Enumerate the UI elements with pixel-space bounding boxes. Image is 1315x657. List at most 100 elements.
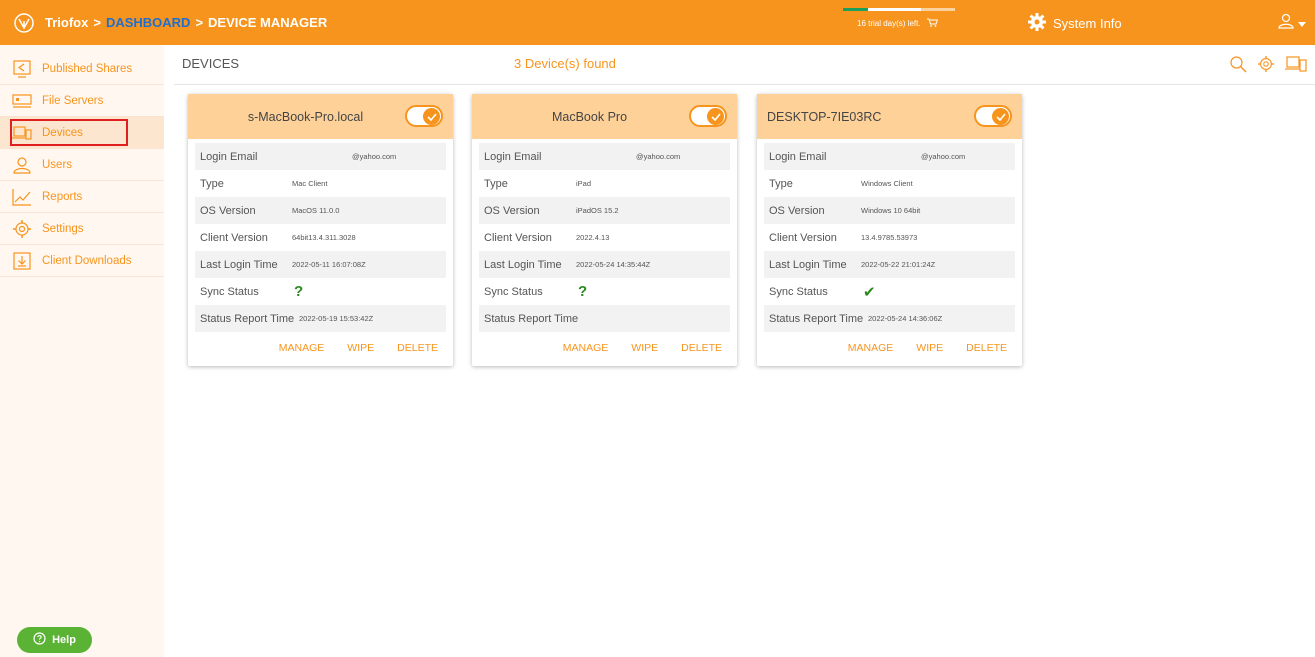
header-divider [174, 84, 1315, 85]
search-icon[interactable] [1229, 55, 1247, 78]
sidebar-item-published-shares[interactable]: Published Shares [0, 45, 164, 85]
sidebar-item-client-downloads[interactable]: Client Downloads [0, 245, 164, 277]
detail-label: Login Email [200, 150, 258, 163]
trial-days-label[interactable]: 16 trial day(s) left. [857, 18, 938, 29]
breadcrumb: Triofox > DASHBOARD > DEVICE MANAGER [45, 15, 327, 30]
device-name: DESKTOP-7IE03RC [767, 109, 882, 124]
detail-value: 13.4.9785.53973 [861, 233, 918, 242]
device-details: Login Email @yahoo.com Type iPad OS Versio… [472, 139, 737, 332]
breadcrumb-separator: > [195, 15, 204, 30]
detail-row-login-email: Login Email @yahoo.com [195, 143, 446, 170]
device-details: Login Email @yahoo.com Type Mac Client OS … [188, 139, 453, 332]
detail-row-last-login: Last Login Time 2022-05-24 14:35:44Z [479, 251, 730, 278]
devices-view-icon[interactable] [1285, 55, 1307, 78]
detail-label: Last Login Time [484, 258, 562, 271]
detail-row-last-login: Last Login Time 2022-05-22 21:01:24Z [764, 251, 1015, 278]
published-shares-icon [12, 59, 32, 79]
device-card-header: DESKTOP-7IE03RC [757, 94, 1022, 139]
help-label: Help [52, 634, 76, 646]
user-menu-button[interactable] [1277, 12, 1306, 35]
detail-value: 2022-05-24 14:35:44Z [576, 260, 651, 269]
device-enable-toggle[interactable] [689, 105, 727, 127]
detail-value: 2022.4.13 [576, 233, 610, 242]
sidebar-item-label: File Servers [42, 94, 104, 107]
breadcrumb-brand[interactable]: Triofox [45, 15, 88, 30]
device-actions: MANAGE WIPE DELETE [279, 342, 438, 354]
triofox-logo-icon[interactable] [13, 12, 35, 34]
sidebar-item-reports[interactable]: Reports [0, 181, 164, 213]
device-actions: MANAGE WIPE DELETE [563, 342, 722, 354]
detail-label: Login Email [484, 150, 542, 163]
device-actions: MANAGE WIPE DELETE [848, 342, 1007, 354]
trial-status[interactable]: 16 trial day(s) left. [843, 0, 955, 45]
wipe-button[interactable]: WIPE [916, 342, 943, 354]
detail-label: Sync Status [484, 285, 543, 298]
detail-row-type: Type Mac Client [195, 170, 446, 197]
settings-icon[interactable] [1257, 55, 1275, 78]
detail-value: Mac Client [292, 179, 328, 188]
sidebar-item-label: Reports [42, 190, 83, 203]
detail-value: Windows 10 64bit [861, 206, 921, 215]
sync-ok-check-icon: ✔ [863, 283, 876, 301]
device-card-header: s-MacBook-Pro.local [188, 94, 453, 139]
detail-label: OS Version [200, 204, 256, 217]
detail-value: 2022-05-19 15:53:42Z [299, 314, 374, 323]
detail-row-client-version: Client Version 64bit13.4.311.3028 [195, 224, 446, 251]
help-icon [33, 632, 46, 648]
system-info-button[interactable]: System Info [1027, 12, 1122, 35]
detail-label: Last Login Time [769, 258, 847, 271]
detail-value: @yahoo.com [636, 152, 681, 161]
sidebar-item-settings[interactable]: Settings [0, 213, 164, 245]
detail-value: @yahoo.com [352, 152, 397, 161]
settings-icon [12, 219, 32, 239]
user-icon [1277, 12, 1295, 35]
detail-value: Windows Client [861, 179, 913, 188]
sidebar-item-users[interactable]: Users [0, 149, 164, 181]
delete-button[interactable]: DELETE [397, 342, 438, 354]
manage-button[interactable]: MANAGE [848, 342, 894, 354]
device-enable-toggle[interactable] [974, 105, 1012, 127]
cart-icon[interactable] [926, 18, 938, 29]
detail-label: Status Report Time [769, 312, 864, 325]
breadcrumb-dashboard-link[interactable]: DASHBOARD [106, 15, 191, 30]
detail-row-os-version: OS Version MacOS 11.0.0 [195, 197, 446, 224]
device-card: s-MacBook-Pro.local Login Email @yahoo.co… [188, 94, 453, 366]
delete-button[interactable]: DELETE [681, 342, 722, 354]
manage-button[interactable]: MANAGE [563, 342, 609, 354]
delete-button[interactable]: DELETE [966, 342, 1007, 354]
detail-row-sync-status: Sync Status ✔ [764, 278, 1015, 305]
trial-progress-fill [843, 8, 868, 11]
device-count-label: 3 Device(s) found [514, 56, 616, 71]
detail-label: Sync Status [200, 285, 259, 298]
detail-value: iPadOS 15.2 [576, 206, 619, 215]
detail-value: 2022-05-22 21:01:24Z [861, 260, 936, 269]
device-name: s-MacBook-Pro.local [247, 109, 364, 124]
detail-row-client-version: Client Version 13.4.9785.53973 [764, 224, 1015, 251]
wipe-button[interactable]: WIPE [347, 342, 374, 354]
toolbar [1229, 55, 1307, 78]
system-info-label: System Info [1053, 16, 1122, 31]
detail-value: 2022-05-24 14:36:06Z [868, 314, 943, 323]
detail-row-type: Type Windows Client [764, 170, 1015, 197]
detail-row-last-login: Last Login Time 2022-05-11 16:07:08Z [195, 251, 446, 278]
sidebar-item-label: Users [42, 158, 73, 171]
device-enable-toggle[interactable] [405, 105, 443, 127]
sidebar-item-devices[interactable]: Devices [0, 117, 164, 149]
detail-label: Sync Status [769, 285, 828, 298]
gear-icon [1027, 12, 1047, 35]
detail-row-sync-status: Sync Status? [195, 278, 446, 305]
sidebar-item-label: Client Downloads [42, 254, 132, 267]
check-icon [992, 108, 1009, 125]
device-card: DESKTOP-7IE03RC Login Email @yahoo.com Ty… [757, 94, 1022, 366]
detail-label: Login Email [769, 150, 827, 163]
reports-icon [12, 187, 32, 207]
chevron-down-icon [1298, 15, 1306, 33]
check-icon [707, 108, 724, 125]
help-button[interactable]: Help [17, 627, 92, 653]
users-icon [12, 155, 32, 175]
wipe-button[interactable]: WIPE [631, 342, 658, 354]
detail-value: @yahoo.com [921, 152, 966, 161]
manage-button[interactable]: MANAGE [279, 342, 325, 354]
detail-label: OS Version [769, 204, 825, 217]
sidebar-item-file-servers[interactable]: File Servers [0, 85, 164, 117]
